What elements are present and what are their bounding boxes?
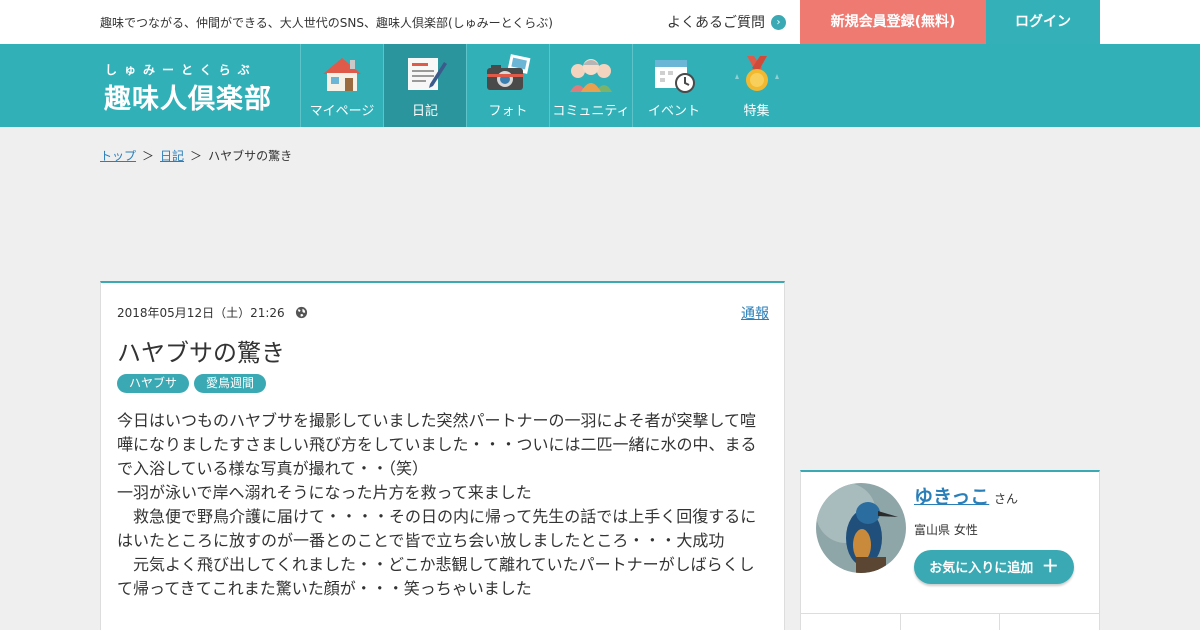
house-icon [323, 58, 361, 91]
report-link[interactable]: 通報 [741, 303, 769, 323]
nav-label: フォト [488, 104, 528, 119]
bird-photo [816, 483, 906, 573]
nav-photo[interactable]: フォト [466, 44, 549, 127]
entry-title: ハヤブサの驚き [117, 339, 285, 367]
profile-info: 富山県 女性 [914, 523, 978, 537]
register-button[interactable]: 新規会員登録(無料) [800, 0, 986, 44]
faq-label: よくあるご質問 [667, 15, 765, 31]
nav-community[interactable]: コミュニティ [549, 44, 632, 127]
entry-paragraph: 元気よく飛び出してくれました・・どこか悲観して離れていたパートナーがしばらくして… [117, 555, 755, 598]
chevron-right-icon: › [771, 14, 786, 30]
tag[interactable]: ハヤブサ [117, 374, 190, 393]
diary-entry: 2018年05月12日（土）21:26 通報 ハヤブサの驚き ハヤブサ 愛鳥週間… [100, 281, 785, 630]
profile-name[interactable]: ゆきっこ [914, 482, 989, 509]
nav-label: 日記 [411, 104, 438, 119]
calendar-icon [655, 60, 695, 93]
profile-tabs-divider [801, 613, 1099, 614]
entry-datetime: 2018年05月12日（土）21:26 [117, 306, 285, 320]
nav-label: コミュニティ [552, 104, 630, 119]
entry-paragraph: 一羽が泳いで岸へ溺れそうになった片方を救って来ました [117, 483, 532, 502]
breadcrumb: トップ ＞ 日記 ＞ ハヤブサの驚き [100, 147, 292, 164]
add-favorite-button[interactable]: お気に入りに追加 ＋ [914, 550, 1074, 584]
nav-feature[interactable]: 特集 [715, 44, 798, 127]
camera-icon [487, 54, 531, 90]
faq-link[interactable]: よくあるご質問 › [667, 12, 786, 32]
entry-body: 今日はいつものハヤブサを撮影していました突然パートナーの一羽によそ者が突撃して喧… [117, 409, 767, 601]
breadcrumb-diary[interactable]: 日記 [160, 149, 184, 163]
site-logo[interactable]: 趣味人倶楽部 [104, 77, 272, 116]
nav-diary[interactable]: 日記 [383, 44, 466, 127]
login-button[interactable]: ログイン [986, 0, 1100, 44]
nav-label: 特集 [743, 104, 770, 119]
globe-icon [295, 306, 307, 319]
medal-icon [734, 56, 779, 91]
tag-list: ハヤブサ 愛鳥週間 [117, 374, 267, 393]
profile-tab-divider [999, 613, 1000, 630]
nav-label: イベント [647, 104, 700, 119]
nav-mypage[interactable]: マイページ [300, 44, 383, 127]
breadcrumb-separator: ＞ [142, 149, 155, 163]
plus-icon: ＋ [1041, 557, 1059, 577]
entry-date: 2018年05月12日（土）21:26 [117, 304, 308, 321]
breadcrumb-separator: ＞ [190, 149, 203, 163]
breadcrumb-home[interactable]: トップ [100, 149, 136, 163]
site-tagline: 趣味でつながる、仲間ができる、大人世代のSNS、趣味人倶楽部(しゅみーとくらぶ) [100, 16, 553, 30]
breadcrumb-current: ハヤブサの驚き [208, 149, 293, 163]
nav-event[interactable]: イベント [632, 44, 715, 127]
profile-honorific: さん [994, 492, 1019, 506]
entry-paragraph: 今日はいつものハヤブサを撮影していました突然パートナーの一羽によそ者が突撃して喧… [117, 411, 757, 478]
community-icon [570, 59, 612, 92]
diary-icon [408, 58, 447, 90]
nav-label: マイページ [309, 104, 375, 119]
logo-ruby: しゅみーとくらぶ [105, 63, 257, 77]
profile-card: ゆきっこ さん 富山県 女性 お気に入りに追加 ＋ [800, 470, 1100, 630]
add-favorite-label: お気に入りに追加 [929, 561, 1034, 576]
profile-tab-divider [900, 613, 901, 630]
entry-paragraph: 救急便で野鳥介護に届けて・・・・その日の内に帰って先生の話では上手く回復するには… [117, 507, 757, 550]
avatar[interactable] [816, 483, 906, 573]
tag[interactable]: 愛鳥週間 [194, 374, 267, 393]
